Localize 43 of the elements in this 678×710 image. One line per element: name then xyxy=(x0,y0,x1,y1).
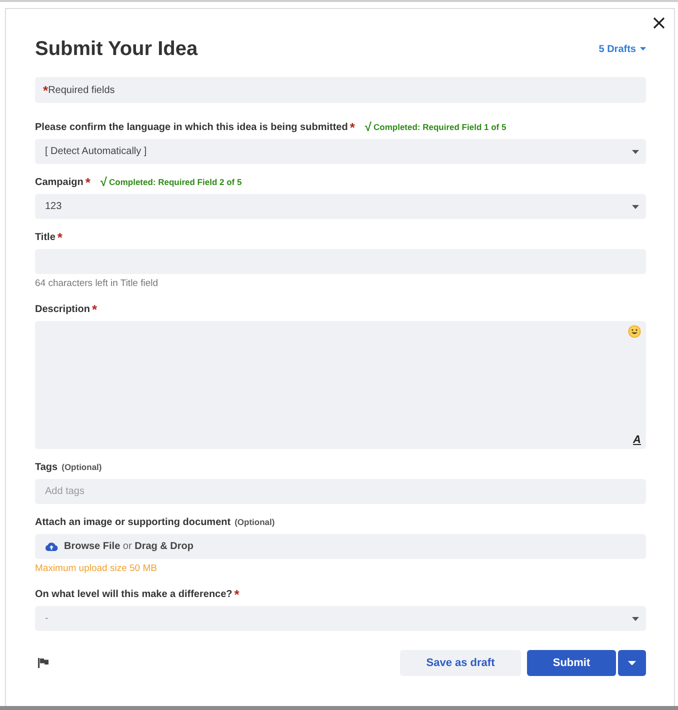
select-field[interactable]: 123 xyxy=(35,194,646,219)
caret-icon xyxy=(632,150,639,154)
upload-instructions: Browse File or Drag & Drop xyxy=(64,541,194,552)
caret-icon xyxy=(632,204,639,208)
required-note-text: Required fields xyxy=(48,84,115,96)
required-asterisk: * xyxy=(92,304,98,314)
save-draft-button[interactable]: Save as draft xyxy=(400,650,521,676)
required-asterisk: * xyxy=(234,589,240,599)
close-icon xyxy=(653,17,665,29)
textarea-field[interactable]: A xyxy=(35,321,646,449)
field-label: Please confirm the language in which this idea is being submitted xyxy=(35,122,348,132)
required-asterisk: * xyxy=(43,85,48,95)
dialog-title: Submit Your Idea xyxy=(35,38,198,60)
check-mark: √ xyxy=(100,176,107,188)
required-asterisk: * xyxy=(350,122,355,132)
optional-note: (Optional) xyxy=(62,462,102,472)
field-label: Title xyxy=(35,232,56,242)
submit-options-button[interactable] xyxy=(618,650,646,676)
text-format-button[interactable]: A xyxy=(632,434,642,446)
field-label: Tags xyxy=(35,462,58,472)
required-asterisk: * xyxy=(85,177,90,187)
field-label: On what level will this make a difference? xyxy=(35,588,232,600)
submit-button[interactable]: Submit xyxy=(527,650,616,676)
completion-status: Completed: Required Field 2 of 5 xyxy=(109,177,242,187)
required-asterisk: * xyxy=(57,232,62,242)
select-field[interactable]: [ Detect Automatically ] xyxy=(35,139,646,164)
field-label: Description xyxy=(35,304,90,314)
caret-icon xyxy=(628,660,636,666)
completion-status: Completed: Required Field 1 of 5 xyxy=(374,122,506,132)
flag-icon[interactable] xyxy=(38,658,49,668)
caret-icon xyxy=(640,47,646,51)
file-drop-zone[interactable]: Browse File or Drag & Drop xyxy=(35,534,646,559)
cloud-upload-icon xyxy=(45,542,58,551)
smiley-icon[interactable] xyxy=(628,325,641,338)
character-count: 64 characters left in Title field xyxy=(35,279,158,289)
text-input[interactable]: Add tags xyxy=(35,479,646,504)
caret-icon xyxy=(632,616,639,620)
drafts-menu-button[interactable]: 5 Drafts xyxy=(598,44,646,54)
field-label: Campaign xyxy=(35,176,84,188)
check-mark: √ xyxy=(364,121,372,133)
optional-note: (Optional) xyxy=(234,517,275,527)
upload-limit-note: Maximum upload size 50 MB xyxy=(35,564,157,574)
field-label: Attach an image or supporting document xyxy=(35,516,231,528)
